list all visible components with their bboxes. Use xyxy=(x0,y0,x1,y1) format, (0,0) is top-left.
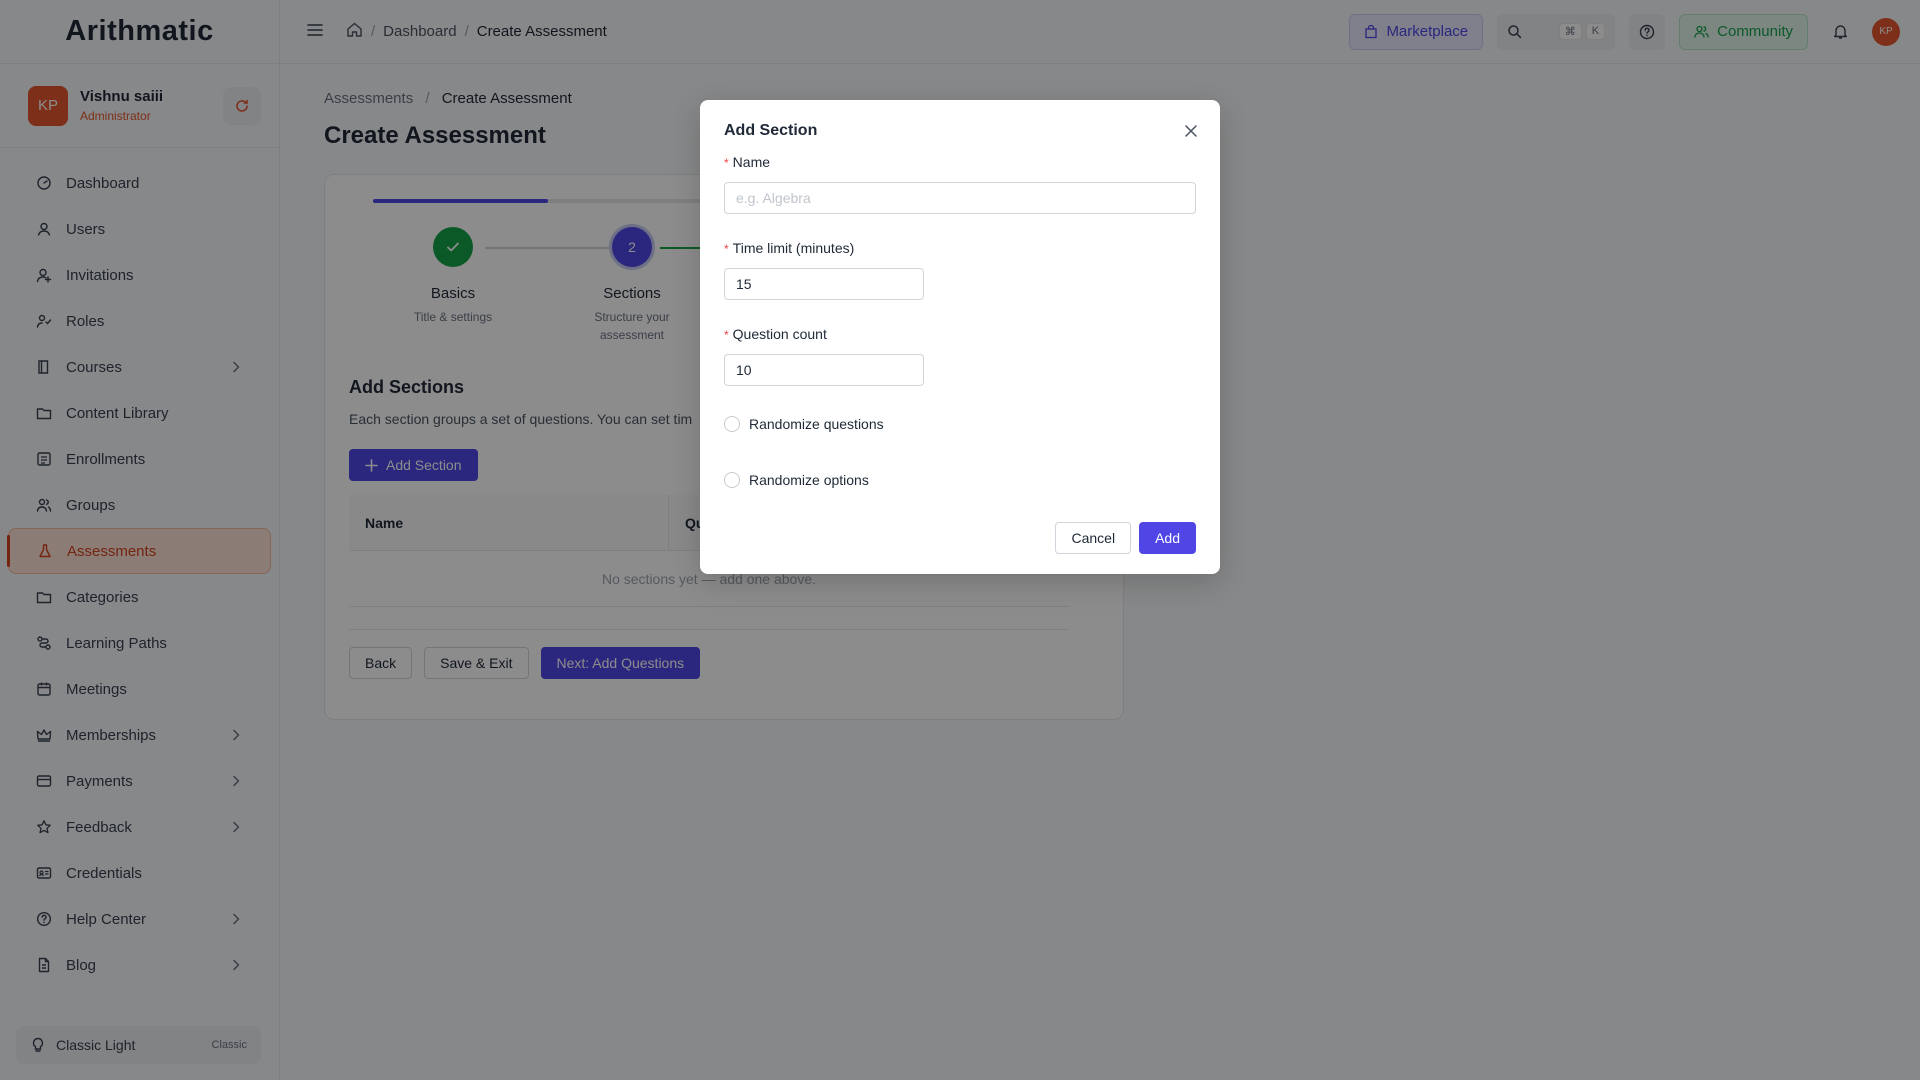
close-button[interactable] xyxy=(1180,120,1202,142)
question-count-input[interactable] xyxy=(724,354,924,386)
randomize-options-checkbox[interactable] xyxy=(724,472,740,488)
name-label-text: Name xyxy=(732,154,771,170)
question-count-label: * Question count xyxy=(724,326,827,342)
randomize-questions-checkbox[interactable] xyxy=(724,416,740,432)
add-button[interactable]: Add xyxy=(1139,522,1196,554)
add-section-dialog: Add Section *Name *Time limit (minutes) … xyxy=(700,100,1220,574)
time-limit-label: * Time limit (minutes) xyxy=(724,240,855,256)
randomize-questions-option[interactable]: Randomize questions xyxy=(724,416,884,432)
randomize-options-option[interactable]: Randomize options xyxy=(724,472,869,488)
randomize-questions-label: Randomize questions xyxy=(749,416,884,432)
dialog-title: Add Section xyxy=(724,122,818,139)
question-count-label-text: Question count xyxy=(732,326,827,342)
time-limit-label-text: Time limit (minutes) xyxy=(732,240,855,256)
name-input[interactable] xyxy=(724,182,1196,214)
cancel-button[interactable]: Cancel xyxy=(1055,522,1132,554)
close-icon xyxy=(1185,125,1197,137)
time-limit-input[interactable] xyxy=(724,268,924,300)
randomize-options-label: Randomize options xyxy=(749,472,869,488)
name-label: * Name xyxy=(724,154,771,170)
dialog-actions: Cancel Add xyxy=(1055,522,1196,554)
